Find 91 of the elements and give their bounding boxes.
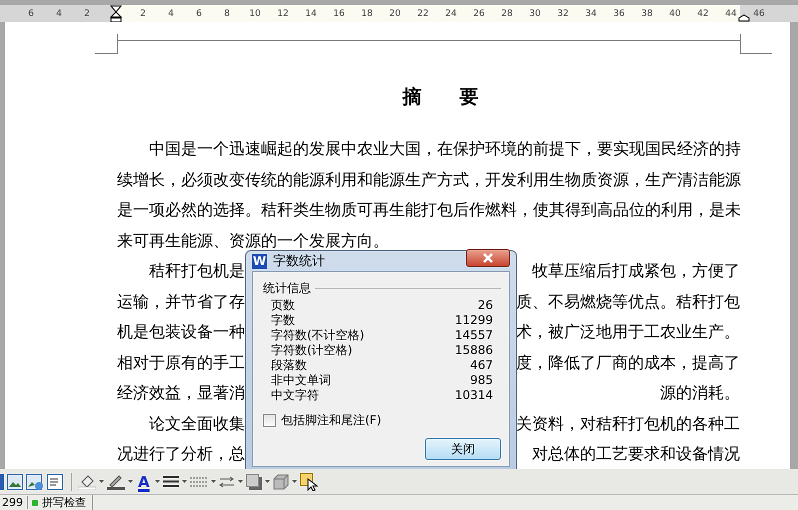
ruler-number: 36 <box>613 8 625 18</box>
ruler-number: 42 <box>697 8 709 18</box>
page-number: 299 <box>0 496 28 509</box>
ruler-number: 38 <box>641 8 653 18</box>
ruler-number: 4 <box>168 8 174 18</box>
stat-value: 985 <box>470 373 493 388</box>
body-text: 运输，并节省了存 <box>117 290 245 312</box>
ruler-number: 28 <box>501 8 513 18</box>
line-style-icon[interactable] <box>162 476 179 488</box>
body-text: 术，被广泛地用于工农业生产。 <box>516 321 740 343</box>
ruler-number: 10 <box>249 8 261 18</box>
ruler-number: 16 <box>333 8 345 18</box>
checkbox-label: 包括脚注和尾注(F) <box>281 412 382 429</box>
dash-style-icon[interactable] <box>190 476 208 488</box>
font-color-button[interactable]: A <box>136 474 152 490</box>
dropdown-caret-icon[interactable] <box>238 480 243 483</box>
body-text: 续增长，必须改变传统的能源利用和能源生产方式，开发利用生物质资源，生产清洁能源 <box>117 168 741 190</box>
ruler-number: 26 <box>473 8 485 18</box>
select-objects-icon[interactable] <box>300 472 318 490</box>
stat-label: 字符数(不计空格) <box>271 328 364 343</box>
fill-bucket-icon[interactable] <box>78 474 96 490</box>
dialog-title: 字数统计 <box>273 253 326 270</box>
stat-value: 467 <box>470 358 493 373</box>
group-label: 统计信息 <box>263 280 311 297</box>
stat-label: 字符数(计空格) <box>271 343 352 358</box>
body-text: 质、不易燃烧等优点。秸秆打包 <box>516 290 740 312</box>
stat-value: 10314 <box>454 388 493 403</box>
picture-icon[interactable] <box>7 474 23 490</box>
close-icon <box>482 253 494 263</box>
body-text: 对总体的工艺要求和设备情况 <box>532 443 740 465</box>
ruler-number: 2 <box>84 8 90 18</box>
dropdown-caret-icon[interactable] <box>210 480 216 483</box>
close-dialog-button[interactable]: 关闭 <box>425 438 501 460</box>
dropdown-caret-icon[interactable] <box>264 480 270 483</box>
ruler-number: 44 <box>725 8 737 18</box>
pen-icon[interactable] <box>107 474 125 490</box>
stat-value: 26 <box>478 298 493 313</box>
ruler-number: 4 <box>56 8 62 18</box>
dropdown-caret-icon[interactable] <box>182 480 187 483</box>
body-text: 论文全面收集 <box>149 412 245 434</box>
app-logo-icon: W <box>252 254 267 268</box>
ruler-number: 24 <box>445 8 457 18</box>
document-title: 摘 要 <box>401 85 480 110</box>
body-text: 是一项必然的选择。秸秆类生物质可再生能打包后作燃料，使其得到高品位的利用，是未 <box>117 199 741 221</box>
stat-label: 段落数 <box>271 358 307 373</box>
stat-label: 字数 <box>271 313 295 328</box>
body-text: 秸秆打包机是 <box>149 260 245 282</box>
stat-value: 11299 <box>454 313 493 328</box>
ruler-number: 46 <box>753 8 765 18</box>
cube-icon[interactable] <box>272 474 289 490</box>
ruler-number: 32 <box>557 8 569 18</box>
body-text: 相对于原有的手工 <box>117 352 245 374</box>
ruler-number: 20 <box>389 8 401 18</box>
spell-check-status[interactable]: 拼写检查 <box>42 495 93 510</box>
arrow-style-icon[interactable] <box>218 476 235 488</box>
ruler-number: 8 <box>224 8 230 18</box>
picture-icon[interactable] <box>26 474 44 490</box>
dropdown-caret-icon[interactable] <box>99 480 104 483</box>
ruler-number: 2 <box>140 8 146 18</box>
shadow-icon[interactable] <box>246 474 262 490</box>
ruler-number: 6 <box>196 8 202 18</box>
stat-value: 14557 <box>454 328 493 343</box>
ruler-number: 40 <box>669 8 681 18</box>
stat-label: 中文字符 <box>271 388 319 403</box>
ruler-number: 30 <box>529 8 541 18</box>
ruler-number: 34 <box>585 8 597 18</box>
checkbox[interactable] <box>263 414 276 427</box>
ruler-number: 18 <box>361 8 373 18</box>
body-text: 源的消耗。 <box>660 382 740 404</box>
ruler-number: 12 <box>277 8 289 18</box>
body-text: 度，降低了厂商的成本，提高了 <box>516 352 740 374</box>
indent-marker-icon[interactable] <box>110 5 122 23</box>
close-button[interactable] <box>466 249 510 267</box>
stat-label: 页数 <box>271 298 295 313</box>
ruler-number: 6 <box>28 8 34 18</box>
body-text: 牧草压缩后打成紧包，方便了 <box>532 260 740 282</box>
body-text: 经济效益，显著消 <box>117 382 245 404</box>
ruler-number: 14 <box>305 8 317 18</box>
body-text: 关资料，对秸秆打包机的各种工 <box>516 412 740 434</box>
stat-label: 非中文单词 <box>271 373 331 388</box>
body-text: 来可再生能源、资源的一个发展方向。 <box>117 230 389 252</box>
dropdown-caret-icon[interactable] <box>292 480 297 483</box>
dropdown-caret-icon[interactable] <box>154 480 160 483</box>
body-text: 况进行了分析，总 <box>117 443 245 465</box>
dropdown-caret-icon[interactable] <box>128 480 133 483</box>
body-text: 中国是一个迅速崛起的发展中农业大国，在保护环境的前提下，要实现国民经济的持 <box>149 138 741 160</box>
text-box-icon[interactable] <box>47 474 65 490</box>
ruler-number: 22 <box>417 8 429 18</box>
body-text: 机是包装设备一种 <box>117 321 245 343</box>
stat-value: 15886 <box>454 343 493 358</box>
toolbar-icon[interactable] <box>0 474 4 490</box>
